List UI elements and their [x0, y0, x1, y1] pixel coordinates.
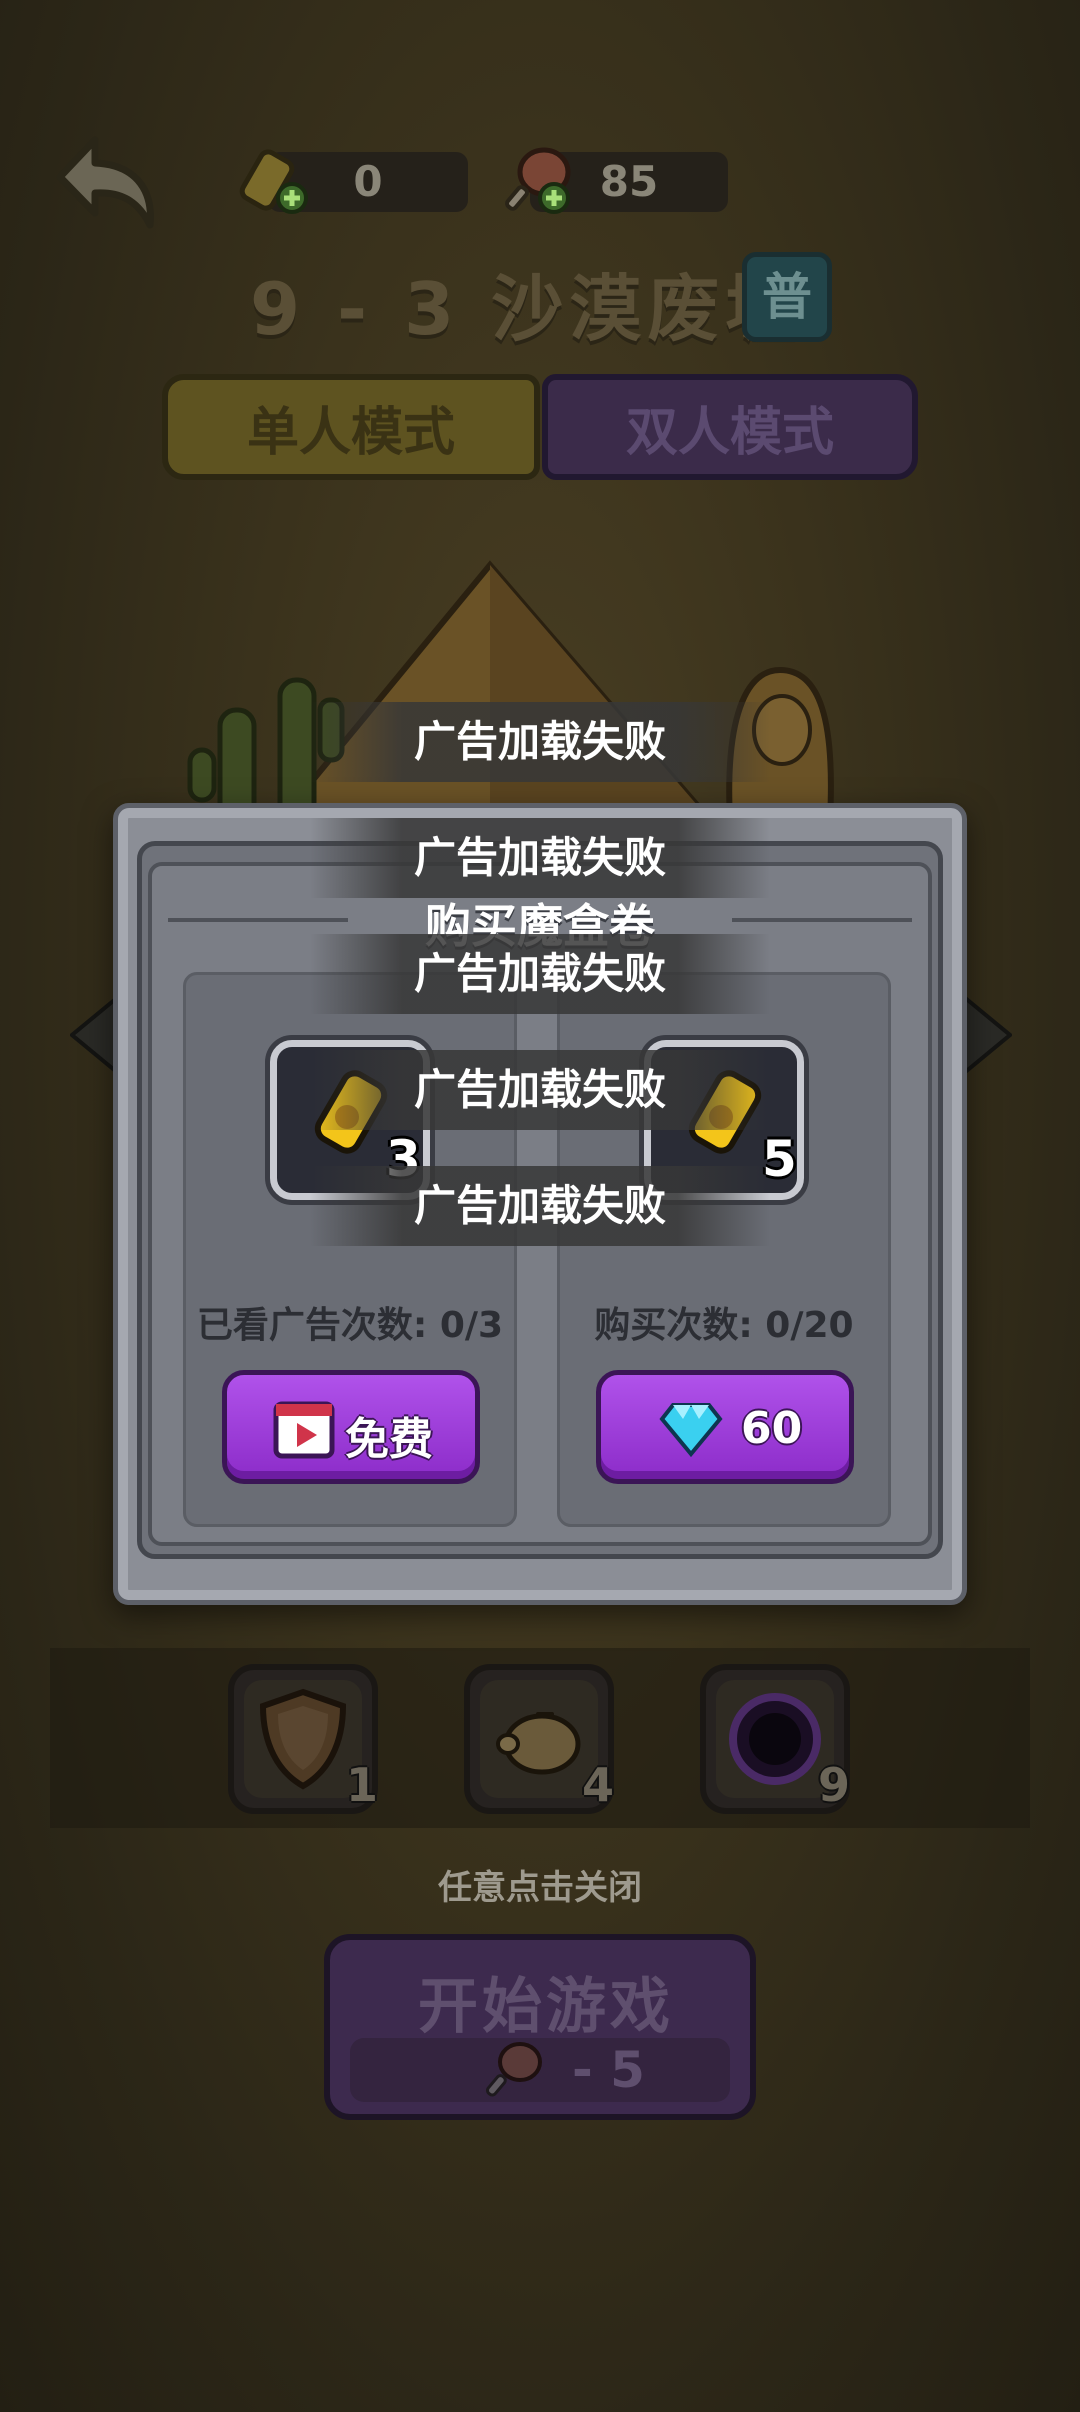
tap-to-close-hint[interactable]: 任意点击关闭 — [0, 1860, 1080, 1909]
free-button-label: 免费 — [345, 1414, 433, 1465]
drumstick-plus-icon[interactable] — [496, 138, 580, 226]
ticket-plus-icon[interactable] — [236, 140, 316, 224]
booster-black-hole-count: 9 — [818, 1758, 851, 1812]
toast-ad-load-failed: 广告加载失败 — [310, 934, 770, 1014]
booster-black-hole[interactable]: 9 — [700, 1664, 850, 1814]
level-title: 9 - 3 沙漠废墟 — [250, 267, 804, 351]
purchase-count-label: 购买次数: 0/20 — [594, 1305, 854, 1346]
start-cost-value: - 5 — [572, 2041, 645, 2099]
start-game-button[interactable]: 开始游戏 - 5 — [324, 1934, 756, 2120]
tab-single-mode[interactable]: 单人模式 — [162, 374, 540, 480]
black-hole-icon — [729, 1693, 821, 1785]
toast-ad-load-failed: 广告加载失败 — [310, 818, 770, 898]
shield-icon — [259, 1688, 347, 1790]
gem-price-label: 60 — [741, 1403, 803, 1454]
diamond-icon — [659, 1403, 723, 1457]
booster-piggy-count: 4 — [582, 1758, 615, 1812]
piggy-bank-icon — [496, 1712, 581, 1775]
video-ad-icon — [273, 1401, 335, 1459]
back-button[interactable] — [55, 135, 165, 230]
tab-double-mode[interactable]: 双人模式 — [542, 374, 918, 480]
back-arrow-icon — [56, 136, 154, 229]
drumstick-icon — [486, 2042, 542, 2097]
start-cost-bar: - 5 — [350, 2038, 730, 2102]
buy-with-gems-button[interactable]: 60 — [596, 1370, 854, 1484]
booster-shield[interactable]: 1 — [228, 1664, 378, 1814]
ads-watched-label: 已看广告次数: 0/3 — [196, 1305, 504, 1346]
toast-ad-load-failed: 广告加载失败 — [310, 1050, 770, 1130]
booster-shield-count: 1 — [346, 1758, 379, 1812]
difficulty-badge: 普 — [742, 252, 832, 342]
toast-ad-load-failed: 广告加载失败 — [310, 1166, 770, 1246]
booster-piggy-bank[interactable]: 4 — [464, 1664, 614, 1814]
arrow-right-icon[interactable] — [962, 992, 1014, 1079]
start-game-label: 开始游戏 — [418, 1972, 674, 2042]
toast-ad-load-failed: 广告加载失败 — [310, 702, 770, 782]
free-button[interactable]: 免费 — [222, 1370, 480, 1484]
